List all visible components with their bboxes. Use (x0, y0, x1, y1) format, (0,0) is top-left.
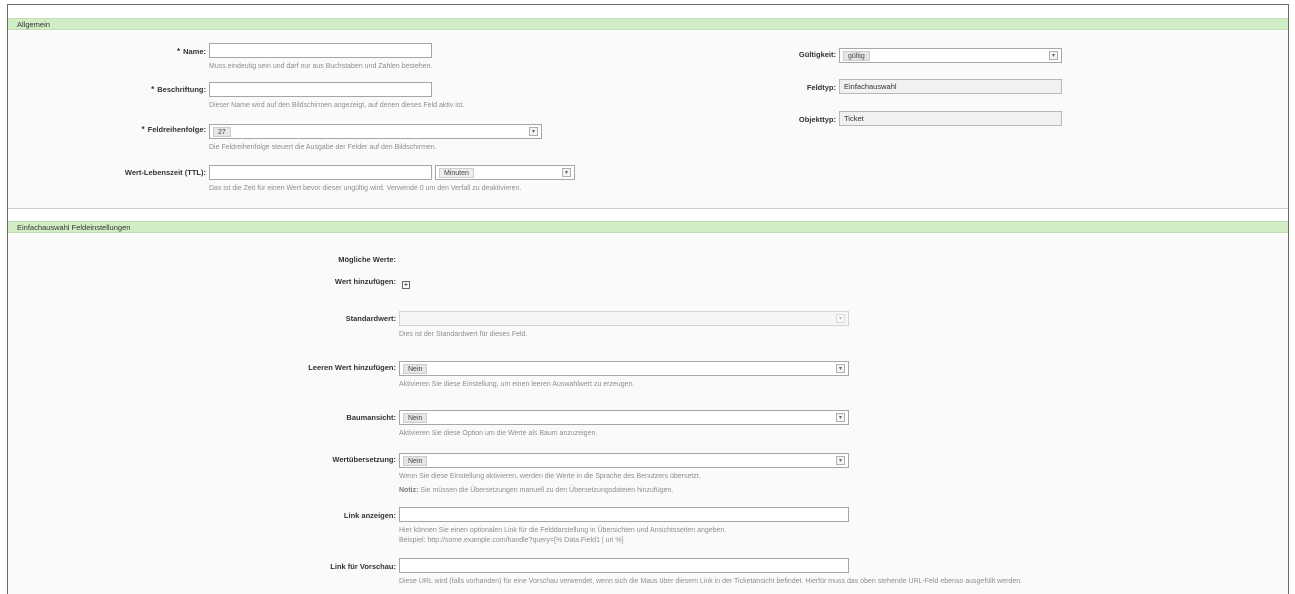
add-value-label: Wert hinzufügen: (334, 277, 396, 286)
tree-view-label: Baumansicht: (346, 413, 396, 422)
field-order-hint: Die Feldreihenfolge steuert die Ausgabe … (209, 144, 437, 151)
object-type-value: Ticket (839, 111, 1062, 126)
default-value-label: Standardwert: (345, 314, 396, 323)
possible-values-label: Mögliche Werte: (338, 255, 396, 264)
field-type-value: Einfachauswahl (839, 79, 1062, 94)
link-input[interactable] (399, 507, 849, 522)
chevron-down-icon: ▾ (836, 364, 845, 373)
section-divider (8, 208, 1288, 209)
translation-label: Wertübersetzung: (332, 455, 396, 464)
translation-hint: Wenn Sie diese Einstellung aktivieren, w… (399, 473, 701, 480)
chevron-down-icon: ▾ (836, 413, 845, 422)
translation-value: Nein (403, 456, 428, 466)
chevron-down-icon: ▾ (529, 127, 538, 136)
preview-link-label: Link für Vorschau: (330, 562, 396, 571)
section-header-field-settings: Einfachauswahl Feldeinstellungen (8, 221, 1288, 233)
ttl-label: Wert-Lebenszeit (TTL): (124, 168, 206, 177)
default-value-select[interactable]: ▾ (399, 311, 849, 326)
name-input[interactable] (209, 43, 432, 58)
name-hint: Muss eindeutig sein und darf nur aus Buc… (209, 63, 433, 70)
preview-link-input[interactable] (399, 558, 849, 573)
ttl-hint: Das ist die Zeit für einen Wert bevor di… (209, 185, 522, 192)
label-field-label: * Beschriftung: (151, 85, 206, 94)
chevron-down-icon: ▾ (836, 314, 845, 323)
chevron-down-icon: ▾ (562, 168, 571, 177)
translation-select[interactable]: Nein ▾ (399, 453, 849, 468)
chevron-down-icon: ▾ (836, 456, 845, 465)
ttl-unit-value: Minuten (439, 168, 474, 178)
tree-view-select[interactable]: Nein ▾ (399, 410, 849, 425)
add-empty-hint: Aktivieren Sie diese Einstellung, um ein… (399, 381, 635, 388)
tree-view-hint: Aktivieren Sie diese Option um die Werte… (399, 430, 598, 437)
label-field-hint: Dieser Name wird auf den Bildschirmen an… (209, 102, 465, 109)
field-type-label: Feldtyp: (806, 83, 836, 92)
add-empty-value: Nein (403, 364, 428, 374)
validity-select[interactable]: gültig ▾ (839, 48, 1062, 63)
required-marker: * (151, 85, 155, 94)
link-hint: Hier können Sie einen optionalen Link fü… (399, 527, 727, 534)
field-order-value: 27 (213, 127, 231, 137)
dynamic-field-form: Allgemein * Name: Muss eindeutig sein und… (7, 4, 1289, 594)
ttl-input[interactable] (209, 165, 432, 180)
preview-link-hint: Diese URL wird (falls vorhanden) für ein… (399, 578, 1023, 585)
link-label: Link anzeigen: (343, 511, 396, 520)
required-marker: * (141, 125, 145, 134)
section-body-general (8, 31, 1288, 208)
object-type-label: Objekttyp: (798, 115, 836, 124)
tree-view-value: Nein (403, 413, 428, 423)
required-marker: * (176, 47, 181, 56)
plus-icon[interactable]: + (402, 281, 410, 289)
add-empty-label: Leeren Wert hinzufügen: (308, 363, 396, 372)
section-title-field-settings: Einfachauswahl Feldeinstellungen (17, 223, 131, 232)
chevron-down-icon: ▾ (1049, 51, 1058, 60)
field-order-select[interactable]: 27 ▾ (209, 124, 542, 139)
link-example: Beispiel: http://some.example.com/handle… (399, 537, 624, 544)
section-title-general: Allgemein (17, 20, 50, 29)
validity-label: Gültigkeit: (798, 50, 836, 59)
add-empty-select[interactable]: Nein ▾ (399, 361, 849, 376)
translation-note: Notiz: Sie müssen die Übersetzungen manu… (399, 487, 674, 494)
validity-value: gültig (843, 51, 870, 61)
default-value-hint: Dies ist der Standardwert für dieses Fel… (399, 331, 528, 338)
label-field-input[interactable] (209, 82, 432, 97)
name-label: * Name: (176, 47, 206, 56)
ttl-unit-select[interactable]: Minuten ▾ (435, 165, 575, 180)
section-header-general: Allgemein (8, 18, 1288, 30)
field-order-label: * Feldreihenfolge: (141, 125, 206, 134)
